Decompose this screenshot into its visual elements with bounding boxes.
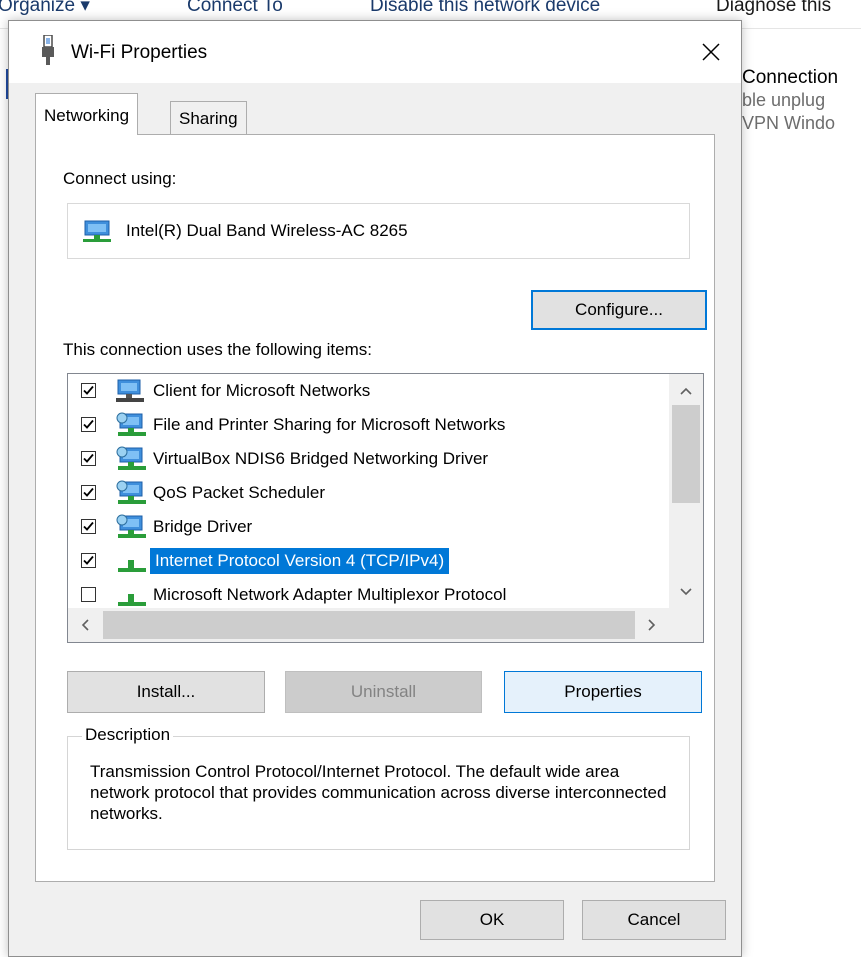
check-icon <box>83 487 94 497</box>
disable-device-button[interactable]: Disable this network device <box>370 0 600 16</box>
item-label: File and Printer Sharing for Microsoft N… <box>153 415 506 434</box>
chevron-left-icon <box>81 619 89 631</box>
background-connection-info: Connection ble unplug VPN Windo <box>742 66 861 135</box>
check-icon <box>83 521 94 531</box>
network-service-icon <box>116 480 146 504</box>
description-group: Description Transmission Control Protoco… <box>67 725 690 850</box>
connect-using-label: Connect using: <box>63 169 177 188</box>
chevron-down-icon <box>680 588 692 596</box>
list-item[interactable]: File and Printer Sharing for Microsoft N… <box>68 408 668 442</box>
tab-networking[interactable]: Networking <box>35 93 139 135</box>
item-label: QoS Packet Scheduler <box>153 483 325 502</box>
install-button[interactable]: Install... <box>67 671 265 713</box>
scroll-up-button[interactable] <box>669 374 703 408</box>
item-label: VirtualBox NDIS6 Bridged Networking Driv… <box>153 449 489 468</box>
item-label: Microsoft Network Adapter Multiplexor Pr… <box>153 585 507 604</box>
uninstall-button[interactable]: Uninstall <box>285 671 482 713</box>
scroll-left-button[interactable] <box>68 608 102 642</box>
background-connection-status: ble unplug <box>742 90 826 110</box>
configure-button[interactable]: Configure... <box>531 290 707 330</box>
item-checkbox[interactable] <box>81 383 96 398</box>
item-checkbox[interactable] <box>81 451 96 466</box>
item-checkbox[interactable] <box>81 485 96 500</box>
check-icon <box>83 453 94 463</box>
list-item[interactable]: VirtualBox NDIS6 Bridged Networking Driv… <box>68 442 668 476</box>
adapter-display: Intel(R) Dual Band Wireless-AC 8265 <box>67 203 690 259</box>
list-item[interactable]: Client for Microsoft Networks <box>68 374 668 408</box>
network-service-icon <box>116 446 146 470</box>
chevron-right-icon <box>648 619 656 631</box>
item-checkbox[interactable] <box>81 417 96 432</box>
network-adapter-icon <box>83 220 111 242</box>
diagnose-button[interactable]: Diagnose this <box>716 0 831 16</box>
network-service-icon <box>116 412 146 436</box>
item-checkbox[interactable] <box>81 519 96 534</box>
check-icon <box>83 555 94 565</box>
cancel-button[interactable]: Cancel <box>582 900 726 940</box>
item-label: Bridge Driver <box>153 517 253 536</box>
background-connection-name: Connection <box>742 67 839 88</box>
adapter-name: Intel(R) Dual Band Wireless-AC 8265 <box>126 221 408 240</box>
title-bar[interactable]: Wi-Fi Properties <box>9 21 741 83</box>
ok-button[interactable]: OK <box>420 900 564 940</box>
horizontal-scrollbar[interactable] <box>68 608 703 642</box>
wifi-adapter-icon <box>42 35 54 65</box>
item-label: Client for Microsoft Networks <box>153 381 371 400</box>
scroll-down-button[interactable] <box>669 575 703 609</box>
close-icon <box>702 43 720 61</box>
list-item[interactable]: QoS Packet Scheduler <box>68 476 668 510</box>
scroll-right-button[interactable] <box>635 608 669 642</box>
network-protocol-icon <box>118 594 146 606</box>
vertical-scrollbar[interactable] <box>669 374 703 609</box>
check-icon <box>83 419 94 429</box>
close-button[interactable] <box>681 21 741 83</box>
chevron-up-icon <box>680 387 692 395</box>
list-item[interactable]: Bridge Driver <box>68 510 668 544</box>
components-list[interactable]: Client for Microsoft Networks File and P… <box>67 373 704 643</box>
check-icon <box>83 385 94 395</box>
description-legend: Description <box>82 725 174 745</box>
connect-to-button[interactable]: Connect To <box>187 0 283 16</box>
vertical-scroll-thumb[interactable] <box>672 405 700 503</box>
items-label: This connection uses the following items… <box>63 340 372 359</box>
tab-sharing[interactable]: Sharing <box>170 101 247 136</box>
organize-menu[interactable]: Organize ▾ <box>0 0 90 16</box>
list-item[interactable]: Microsoft Network Adapter Multiplexor Pr… <box>68 578 668 612</box>
networking-panel: Connect using: Intel(R) Dual Band Wirele… <box>35 134 715 882</box>
item-checkbox[interactable] <box>81 553 96 568</box>
item-checkbox[interactable] <box>81 587 96 602</box>
properties-button[interactable]: Properties <box>504 671 702 713</box>
wifi-properties-dialog: Wi-Fi Properties Networking Sharing Conn… <box>8 20 742 957</box>
network-protocol-icon <box>118 560 146 572</box>
network-service-icon <box>116 514 146 538</box>
dialog-title: Wi-Fi Properties <box>71 42 208 63</box>
horizontal-scroll-thumb[interactable] <box>103 611 635 639</box>
list-item[interactable]: Internet Protocol Version 4 (TCP/IPv4) <box>68 544 668 578</box>
description-text: Transmission Control Protocol/Internet P… <box>90 762 667 823</box>
network-client-icon <box>116 379 144 402</box>
background-connection-device: VPN Windo <box>742 113 836 133</box>
item-label-selected: Internet Protocol Version 4 (TCP/IPv4) <box>150 548 450 574</box>
